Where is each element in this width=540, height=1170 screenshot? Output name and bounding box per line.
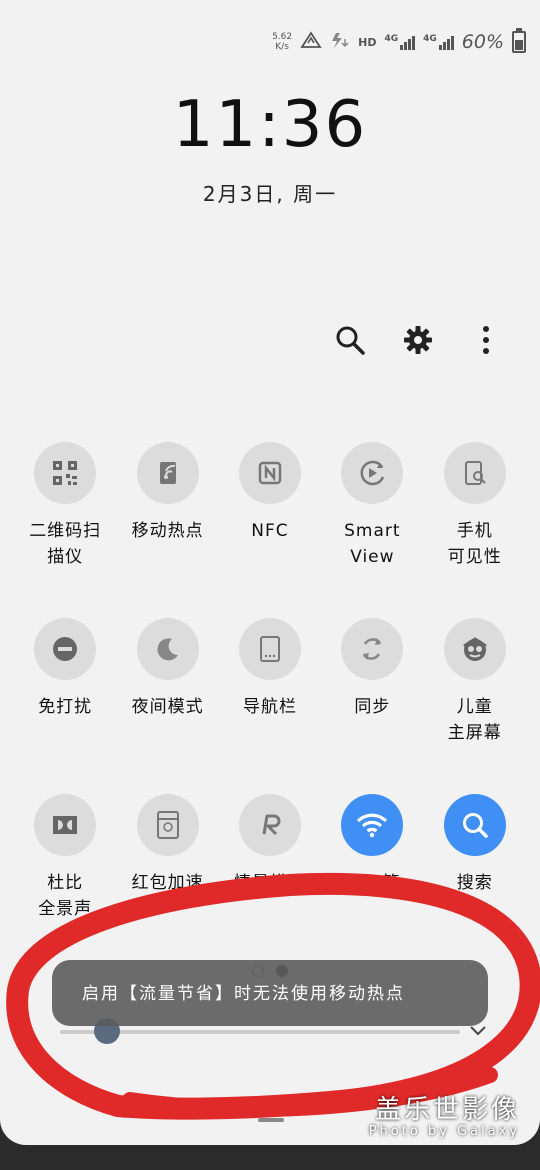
quick-tile-qr-code[interactable]: 二维码扫 描仪 bbox=[14, 442, 116, 618]
hd-label: HD bbox=[358, 35, 377, 49]
network-speed: 5.62 K/s bbox=[272, 32, 292, 52]
search-button[interactable] bbox=[334, 320, 366, 360]
red-envelope-icon[interactable] bbox=[136, 794, 199, 856]
smart-view-icon[interactable] bbox=[341, 442, 404, 504]
quick-tile-phone-visibility[interactable]: 手机 可见性 bbox=[424, 442, 526, 618]
quick-tile-moon[interactable]: 夜间模式 bbox=[116, 618, 218, 794]
more-options-button[interactable] bbox=[470, 320, 502, 360]
quick-tile-label: 同步 bbox=[354, 697, 391, 717]
drag-handle[interactable] bbox=[258, 1118, 284, 1122]
signal-1: 4G bbox=[384, 34, 416, 50]
quick-tile-navigation-bar[interactable]: 导航栏 bbox=[219, 618, 321, 794]
more-vertical-icon bbox=[483, 326, 489, 354]
sync-icon[interactable] bbox=[341, 618, 404, 680]
search-icon[interactable] bbox=[443, 794, 506, 856]
status-bar: 5.62 K/s HD 4G 4G 60% bbox=[272, 28, 526, 56]
signal-bars-2-icon bbox=[438, 34, 454, 50]
signal-bars-1-icon bbox=[400, 34, 416, 50]
quick-tile-wifi[interactable]: WiFi管 bbox=[321, 794, 423, 970]
no-signal-icon bbox=[330, 31, 350, 53]
mobile-hotspot-icon[interactable] bbox=[136, 442, 199, 504]
signal-2: 4G bbox=[423, 34, 454, 50]
quick-tile-label: 免打扰 bbox=[38, 697, 93, 717]
quick-tile-red-envelope[interactable]: 红包加速 bbox=[116, 794, 218, 970]
quick-tile-label: NFC bbox=[251, 521, 289, 541]
qr-code-icon[interactable] bbox=[34, 442, 97, 504]
quick-tile-label: 手机 可见性 bbox=[447, 521, 502, 567]
quick-tile-label: 夜间模式 bbox=[131, 697, 204, 717]
watermark-subtitle: Photo by Galaxy bbox=[368, 1124, 520, 1139]
quick-tile-scene-mode[interactable]: 情景模式 bbox=[219, 794, 321, 970]
quick-tile-kids[interactable]: 儿童 主屏幕 bbox=[424, 618, 526, 794]
quick-tile-label: 红包加速 bbox=[131, 873, 204, 893]
quick-tile-nfc[interactable]: NFC bbox=[219, 442, 321, 618]
panel-actions bbox=[334, 320, 502, 360]
data-saver-icon bbox=[300, 31, 322, 53]
quick-tile-do-not-disturb[interactable]: 免打扰 bbox=[14, 618, 116, 794]
quick-tile-mobile-hotspot[interactable]: 移动热点 bbox=[116, 442, 218, 618]
dolby-icon[interactable] bbox=[34, 794, 97, 856]
quick-tile-dolby[interactable]: 杜比 全景声 bbox=[14, 794, 116, 970]
quick-tile-label: 二维码扫 描仪 bbox=[29, 521, 102, 567]
quick-tile-smart-view[interactable]: Smart View bbox=[321, 442, 423, 618]
quick-tile-label: 导航栏 bbox=[242, 697, 297, 717]
network-type-1: 4G bbox=[384, 34, 399, 44]
brightness-slider[interactable] bbox=[60, 1018, 460, 1044]
search-icon bbox=[336, 326, 365, 355]
moon-icon[interactable] bbox=[136, 618, 199, 680]
network-speed-value: 5.62 bbox=[272, 32, 293, 42]
phone-visibility-icon[interactable] bbox=[443, 442, 506, 504]
nfc-icon[interactable] bbox=[238, 442, 301, 504]
quick-tile-label: 情景模式 bbox=[233, 873, 306, 893]
quick-tile-label: WiFi管 bbox=[344, 873, 401, 893]
scene-mode-icon[interactable] bbox=[238, 794, 301, 856]
navigation-bar-icon[interactable] bbox=[238, 618, 301, 680]
kids-icon[interactable] bbox=[443, 618, 506, 680]
do-not-disturb-icon[interactable] bbox=[34, 618, 97, 680]
quick-tile-label: 杜比 全景声 bbox=[38, 873, 93, 919]
clock-date: 2月3日, 周一 bbox=[202, 182, 338, 206]
network-type-2: 4G bbox=[423, 34, 437, 44]
gear-icon bbox=[404, 326, 432, 354]
battery-icon bbox=[512, 28, 526, 53]
quick-tile-label: Smart View bbox=[344, 521, 401, 567]
quick-tile-label: 移动热点 bbox=[131, 521, 204, 541]
network-speed-unit: K/s bbox=[275, 42, 289, 52]
battery-percent: 60% bbox=[461, 31, 504, 53]
wifi-icon[interactable] bbox=[341, 794, 404, 856]
clock-time: 11:36 bbox=[172, 88, 368, 162]
quick-settings-grid: 二维码扫 描仪 移动热点 NFC Smart View 手机 可见性免打扰 夜间模式 导航栏… bbox=[14, 442, 526, 970]
quick-tile-label: 儿童 主屏幕 bbox=[447, 697, 502, 743]
quick-tile-sync[interactable]: 同步 bbox=[321, 618, 423, 794]
quick-tile-label: 搜索 bbox=[456, 873, 493, 893]
toast-message: 启用【流量节省】时无法使用移动热点 bbox=[52, 960, 488, 1026]
settings-button[interactable] bbox=[402, 320, 434, 360]
quick-panel: 5.62 K/s HD 4G 4G 60% 11:36 2月3日, 周一 二维码… bbox=[0, 0, 540, 1145]
quick-tile-search[interactable]: 搜索 bbox=[424, 794, 526, 970]
watermark-title: 盖乐世影像 bbox=[374, 1095, 520, 1125]
watermark: 盖乐世影像 Photo by Galaxy bbox=[369, 1096, 520, 1139]
